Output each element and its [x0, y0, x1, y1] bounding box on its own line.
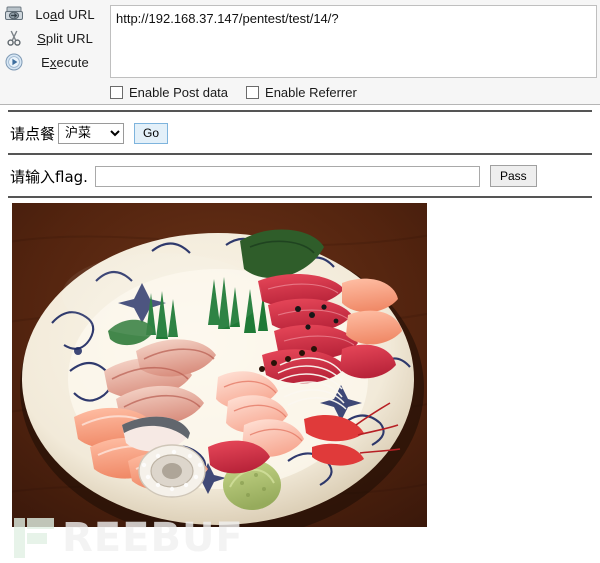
- load-url-icon: [0, 3, 28, 25]
- order-label: 请点餐: [10, 124, 56, 143]
- checkbox-box-post-data[interactable]: [110, 85, 123, 99]
- execute-action[interactable]: Execute: [0, 50, 108, 74]
- page-content: 请点餐 沪菜 Go 请输入flag. Pass REEBUF: [0, 105, 600, 563]
- scissors-icon: [0, 27, 28, 49]
- hackbar-action-list: Load URL Split URL Execute: [0, 0, 108, 80]
- pass-button[interactable]: Pass: [489, 165, 537, 187]
- enable-referrer-checkbox[interactable]: Enable Referrer: [246, 85, 357, 100]
- execute-label: Execute: [41, 54, 89, 70]
- divider-middle: [8, 153, 592, 155]
- url-input[interactable]: http://192.168.37.147/pentest/test/14/?: [110, 5, 597, 78]
- play-icon: [0, 51, 28, 73]
- flag-input[interactable]: [94, 165, 480, 187]
- flag-form-row: 请输入flag. Pass: [10, 162, 537, 190]
- load-url-action[interactable]: Load URL: [0, 2, 108, 26]
- hackbar-options: Enable Post data Enable Referrer: [110, 82, 357, 102]
- go-button[interactable]: Go: [134, 122, 169, 144]
- divider-top: [8, 110, 592, 112]
- flag-label: 请输入flag.: [10, 167, 88, 186]
- dish-select[interactable]: 沪菜: [58, 122, 125, 144]
- divider-bottom: [8, 196, 592, 198]
- sashimi-photo: [12, 203, 427, 527]
- split-url-label: Split URL: [37, 30, 93, 46]
- checkbox-box-referrer[interactable]: [246, 85, 260, 99]
- load-url-label: Load URL: [35, 6, 95, 22]
- hackbar-panel: Load URL Split URL Execute http://192.16…: [0, 0, 600, 105]
- order-form-row: 请点餐 沪菜 Go: [10, 119, 169, 147]
- enable-post-data-checkbox[interactable]: Enable Post data: [110, 85, 228, 100]
- enable-post-data-label: Enable Post data: [129, 84, 229, 100]
- enable-referrer-label: Enable Referrer: [265, 84, 357, 100]
- split-url-action[interactable]: Split URL: [0, 26, 108, 50]
